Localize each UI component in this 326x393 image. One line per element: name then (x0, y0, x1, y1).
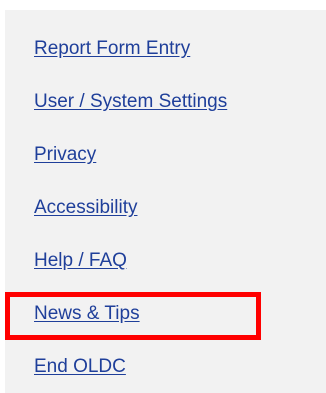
end-oldc-link[interactable]: End OLDC (34, 356, 126, 378)
help-faq-link[interactable]: Help / FAQ (34, 250, 127, 272)
user-system-settings-link[interactable]: User / System Settings (34, 91, 227, 113)
news-tips-link[interactable]: News & Tips (34, 303, 140, 325)
report-form-entry-link[interactable]: Report Form Entry (34, 38, 190, 60)
accessibility-link[interactable]: Accessibility (34, 197, 137, 219)
navigation-menu: Report Form Entry User / System Settings… (5, 10, 326, 393)
navigation-panel: Report Form Entry User / System Settings… (5, 10, 326, 393)
privacy-link[interactable]: Privacy (34, 144, 96, 166)
